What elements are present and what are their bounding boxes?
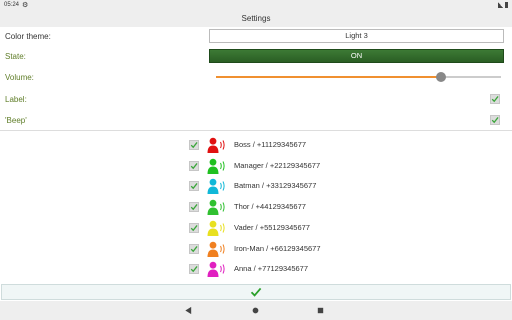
contact-checkbox[interactable] <box>189 181 199 192</box>
person-speaker-icon <box>207 220 225 236</box>
check-icon <box>190 142 198 149</box>
color-theme-label: Color theme: <box>5 31 51 41</box>
status-bar: 05:24 ⚙ <box>0 0 512 10</box>
label-row: Label: <box>0 89 512 109</box>
contact-checkbox[interactable] <box>189 264 199 275</box>
contact-checkbox[interactable] <box>189 243 199 254</box>
divider <box>0 130 512 131</box>
list-item: Iron-Man / +66129345677 <box>0 239 512 259</box>
confirm-button[interactable] <box>1 284 511 300</box>
volume-slider-fill <box>216 76 442 78</box>
gear-icon: ⚙ <box>22 2 29 9</box>
state-label: State: <box>5 51 26 61</box>
volume-slider-thumb[interactable] <box>436 72 447 82</box>
state-toggle-button[interactable]: ON <box>209 49 504 63</box>
state-row: State: ON <box>0 46 512 66</box>
person-speaker-icon <box>207 179 225 195</box>
check-icon <box>190 266 198 273</box>
list-item: Anna / +77129345677 <box>0 259 512 279</box>
check-icon <box>491 117 499 124</box>
list-item: Batman / +33129345677 <box>0 176 512 196</box>
contact-name: Iron-Man / +66129345677 <box>234 243 321 253</box>
page-title: Settings <box>0 10 512 27</box>
contact-checkbox[interactable] <box>189 222 199 233</box>
list-item: Manager / +22129345677 <box>0 156 512 176</box>
person-speaker-icon <box>207 261 225 278</box>
beep-row: 'Beep' <box>0 110 512 130</box>
person-speaker-icon <box>207 158 225 174</box>
person-speaker-icon <box>207 241 225 257</box>
contact-checkbox[interactable] <box>189 202 199 213</box>
check-icon <box>190 183 198 190</box>
color-theme-row: Color theme: Light 3 <box>0 26 512 46</box>
color-theme-select[interactable]: Light 3 <box>209 29 504 43</box>
check-icon <box>190 245 198 252</box>
list-item: Boss / +11129345677 <box>0 135 512 155</box>
contact-name: Manager / +22129345677 <box>234 160 321 170</box>
signal-icon <box>498 2 503 8</box>
contact-name: Thor / +44129345677 <box>234 202 306 212</box>
label-checkbox[interactable] <box>490 94 500 104</box>
volume-row: Volume: <box>0 67 512 87</box>
home-circle-icon[interactable] <box>251 306 260 315</box>
back-triangle-icon[interactable] <box>184 306 193 315</box>
contact-name: Batman / +33129345677 <box>234 181 317 191</box>
check-icon <box>190 204 198 211</box>
contact-checkbox[interactable] <box>189 160 199 171</box>
check-icon <box>190 224 198 232</box>
contact-name: Anna / +77129345677 <box>234 264 309 274</box>
contact-name: Vader / +55129345677 <box>234 222 310 232</box>
check-icon <box>250 287 262 297</box>
check-icon <box>190 162 198 169</box>
list-item: Vader / +55129345677 <box>0 218 512 238</box>
volume-label: Volume: <box>5 72 34 82</box>
battery-icon <box>505 2 508 8</box>
contact-checkbox[interactable] <box>189 140 199 150</box>
check-icon <box>491 96 499 103</box>
label-option-label: Label: <box>5 94 27 104</box>
recent-square-icon[interactable] <box>316 306 325 315</box>
person-speaker-icon <box>207 199 225 216</box>
list-item: Thor / +44129345677 <box>0 197 512 217</box>
beep-option-label: 'Beep' <box>5 115 27 125</box>
status-time: 05:24 <box>4 2 20 8</box>
person-speaker-icon <box>207 137 225 153</box>
navigation-bar <box>0 301 512 320</box>
status-icons <box>498 2 508 8</box>
contact-name: Boss / +11129345677 <box>234 140 307 149</box>
beep-checkbox[interactable] <box>490 115 500 125</box>
